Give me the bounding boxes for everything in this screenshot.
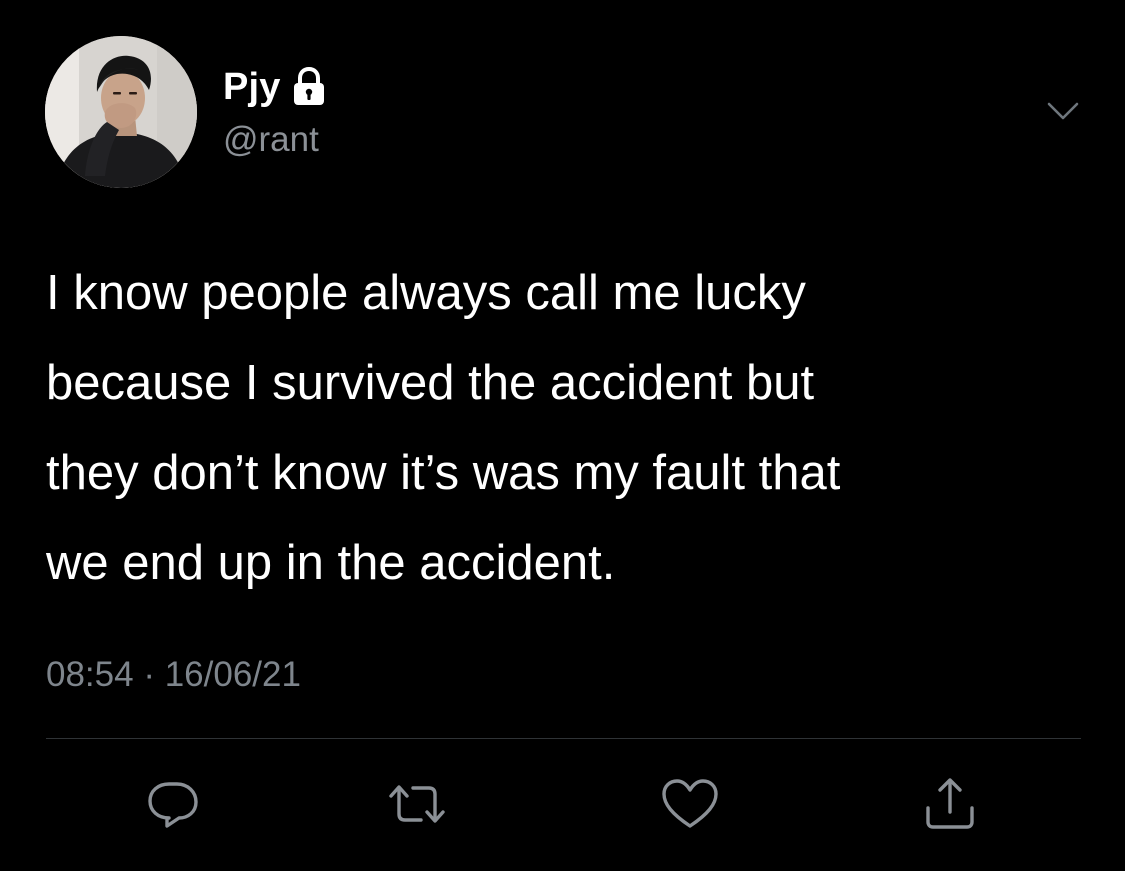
heart-icon — [662, 779, 718, 828]
tweet-time: 08:54 — [46, 655, 134, 694]
tweet-timestamp[interactable]: 08:54 · 16/06/21 — [46, 652, 301, 698]
share-button[interactable] — [918, 772, 982, 836]
tweet-card: Pjy @rant I know people always call me l… — [0, 0, 1125, 871]
user-handle[interactable]: @rant — [223, 118, 319, 162]
lock-icon — [291, 66, 327, 107]
share-icon — [926, 778, 974, 829]
divider — [46, 738, 1081, 739]
tweet-date: 16/06/21 — [164, 655, 301, 694]
reply-icon — [148, 782, 198, 828]
reply-button[interactable] — [141, 772, 205, 836]
timestamp-separator: · — [143, 655, 155, 694]
tweet-text: I know people always call me lucky becau… — [46, 266, 841, 590]
retweet-icon — [389, 785, 445, 823]
user-name-row: Pjy — [223, 64, 327, 110]
avatar-photo — [45, 36, 197, 188]
chevron-down-icon[interactable] — [1045, 98, 1081, 124]
avatar[interactable] — [45, 36, 197, 188]
retweet-button[interactable] — [385, 772, 449, 836]
display-name[interactable]: Pjy — [223, 64, 281, 110]
like-button[interactable] — [658, 772, 722, 836]
